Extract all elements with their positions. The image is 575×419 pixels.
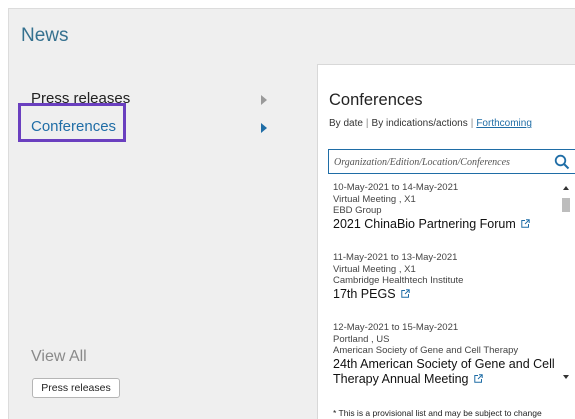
panel-title: Conferences [329, 91, 423, 109]
view-all-label: View All [31, 348, 87, 365]
event-organizer: American Society of Gene and Cell Therap… [333, 345, 519, 356]
scroll-up-arrow-icon[interactable] [563, 186, 569, 190]
event-organizer: Cambridge Healthtech Institute [333, 275, 464, 286]
search-box [328, 149, 575, 174]
event-location: Virtual Meeting , X1 [333, 193, 416, 205]
event-dates: 11-May-2021 to 13-May-2021 [333, 252, 458, 263]
filter-by-indications[interactable]: By indications/actions [372, 118, 468, 129]
chevron-right-icon [261, 123, 267, 133]
external-link-icon[interactable] [473, 373, 483, 383]
event-dates: 12-May-2021 to 15-May-2021 [333, 322, 459, 333]
event-location: Virtual Meeting , X1 [333, 263, 416, 275]
event-name-link[interactable]: 2021 ChinaBio Partnering Forum [333, 217, 558, 232]
search-input[interactable] [334, 154, 544, 170]
chevron-right-icon [261, 95, 267, 105]
list-item: 10-May-2021 to 14-May-2021 Virtual Meeti… [333, 182, 558, 232]
event-location: Portland , US [333, 333, 390, 345]
event-dates: 10-May-2021 to 14-May-2021 [333, 182, 459, 193]
list-item: 12-May-2021 to 15-May-2021 Portland , US… [333, 322, 558, 387]
selection-highlight-box [18, 103, 126, 142]
event-organizer: EBD Group [333, 205, 382, 216]
press-releases-button[interactable]: Press releases [32, 378, 120, 398]
search-icon[interactable] [554, 154, 570, 170]
page-title: News [21, 25, 69, 46]
news-section: News Press releases Conferences View All… [8, 8, 575, 419]
scroll-down-arrow-icon[interactable] [563, 375, 569, 379]
external-link-icon[interactable] [521, 218, 530, 228]
conferences-panel: Conferences By date | By indications/actio… [317, 64, 575, 419]
event-name-link[interactable]: 24th American Society of Gene and Cell Th… [333, 357, 558, 387]
filter-separator: | [365, 118, 369, 129]
list-item: 11-May-2021 to 13-May-2021 Virtual Meeti… [333, 252, 558, 302]
event-name-link[interactable]: 17th PEGS [333, 287, 558, 302]
external-link-icon[interactable] [400, 288, 410, 298]
conference-list: 10-May-2021 to 14-May-2021 Virtual Meeti… [328, 178, 575, 394]
disclaimer-note: * This is a provisional list and may be … [333, 408, 542, 418]
list-scrollbar[interactable] [560, 178, 572, 394]
filter-by-date[interactable]: By date [329, 118, 363, 129]
filter-row: By date | By indications/actions | Forthcomi… [329, 118, 532, 129]
scroll-thumb[interactable] [562, 198, 570, 212]
filter-forthcoming-link[interactable]: Forthcoming [476, 118, 532, 129]
